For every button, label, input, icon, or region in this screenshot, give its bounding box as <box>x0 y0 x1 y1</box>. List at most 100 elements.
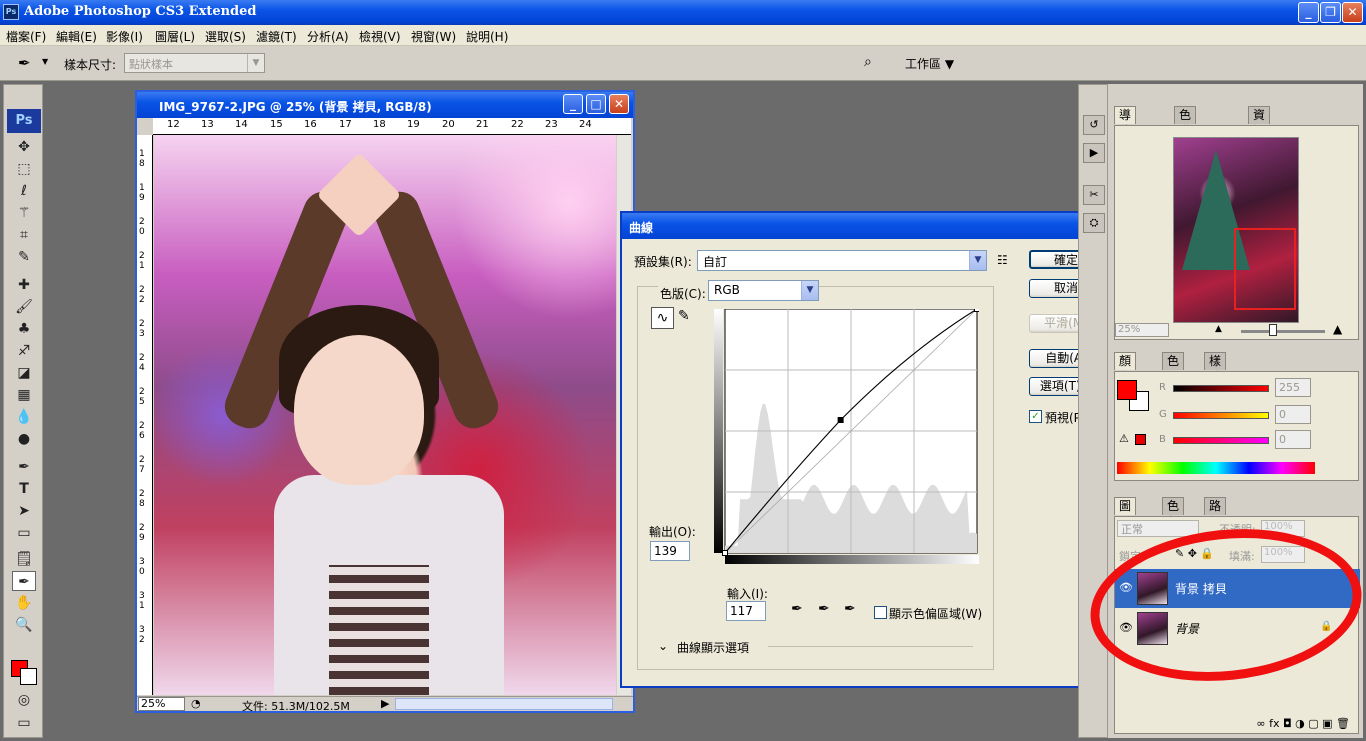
fill-field[interactable]: 100% <box>1261 546 1305 563</box>
brush-tool-icon[interactable]: 🖌 <box>12 297 36 317</box>
curve-graph[interactable] <box>714 309 979 564</box>
g-slider[interactable] <box>1173 412 1269 419</box>
tab-info[interactable]: 資訊 <box>1248 106 1271 138</box>
zoom-tool-icon[interactable]: 🔍 <box>12 615 36 635</box>
gamut-swatch[interactable] <box>1135 434 1146 445</box>
status-arrow-icon[interactable]: ▶ <box>381 697 389 710</box>
tab-histogram[interactable]: 色階分佈圖 <box>1174 106 1197 186</box>
magic-wand-tool-icon[interactable]: ⚚ <box>12 203 36 223</box>
type-tool-icon[interactable]: T <box>12 479 36 499</box>
eraser-tool-icon[interactable]: ◪ <box>12 363 36 383</box>
blur-tool-icon[interactable]: 💧 <box>12 407 36 427</box>
navigator-zoom-field[interactable]: 25% <box>1115 323 1169 337</box>
r-value[interactable]: 255 <box>1275 378 1311 397</box>
screen-mode-icon[interactable]: ▭ <box>12 713 36 733</box>
navigator-thumbnail[interactable] <box>1173 137 1299 323</box>
doc-minimize-button[interactable]: _ <box>563 94 583 114</box>
path-selection-icon[interactable]: ➤ <box>12 501 36 521</box>
zoom-field[interactable]: 25% <box>138 697 185 711</box>
preset-select[interactable]: 自訂 ▼ <box>697 250 987 271</box>
navigator-zoom-slider[interactable] <box>1241 330 1325 333</box>
gradient-tool-icon[interactable]: ▦ <box>12 385 36 405</box>
restore-button[interactable]: ❐ <box>1320 2 1341 23</box>
healing-brush-icon[interactable]: ✚ <box>12 275 36 295</box>
tool-preset-arrow-icon[interactable]: ▼ <box>42 57 48 66</box>
channel-select[interactable]: RGB ▼ <box>708 280 819 301</box>
clone-source-icon[interactable]: ⛭ <box>1083 213 1105 233</box>
tab-layers[interactable]: 圖層 ✕ <box>1114 497 1137 545</box>
marquee-tool-icon[interactable]: ⬚ <box>12 159 36 179</box>
preset-options-icon[interactable]: ☷ <box>997 253 1008 267</box>
input-field[interactable]: 117 <box>726 601 766 621</box>
menu-analysis[interactable]: 分析(A) <box>307 28 349 45</box>
menu-help[interactable]: 說明(H) <box>466 28 508 45</box>
zoom-slider-handle[interactable] <box>1269 324 1277 336</box>
shape-tool-icon[interactable]: ▭ <box>12 523 36 543</box>
tab-swatches[interactable]: 色票 <box>1162 352 1185 384</box>
minimize-button[interactable]: _ <box>1298 2 1319 23</box>
zoom-in-icon[interactable]: ▲ <box>1333 322 1342 336</box>
quick-mask-icon[interactable]: ◎ <box>12 690 36 710</box>
color-spectrum[interactable] <box>1117 462 1315 474</box>
move-tool-icon[interactable]: ✥ <box>12 137 36 157</box>
pencil-tool-icon[interactable]: ✎ <box>678 308 690 324</box>
menu-image[interactable]: 影像(I) <box>106 28 143 45</box>
color-fg-swatch[interactable] <box>1117 380 1137 400</box>
b-slider[interactable] <box>1173 437 1269 444</box>
crop-tool-icon[interactable]: ⌗ <box>12 225 36 245</box>
workspace-menu[interactable]: 工作區 ▼ <box>905 55 954 72</box>
clone-stamp-icon[interactable]: ♣ <box>12 319 36 339</box>
blend-mode-select[interactable]: 正常 <box>1117 520 1199 537</box>
layers-footer-icons[interactable]: ∞ fx ◘ ◑ ▢ ▣ 🗑 <box>1115 717 1360 733</box>
zoom-out-icon[interactable]: ▲ <box>1215 324 1222 334</box>
gray-point-eyedropper-icon[interactable]: ✒ <box>818 601 830 617</box>
show-clipping-checkbox[interactable] <box>874 606 887 619</box>
g-value[interactable]: 0 <box>1275 405 1311 424</box>
b-value[interactable]: 0 <box>1275 430 1311 449</box>
curve-point-tool-icon[interactable]: ∿ <box>651 307 674 329</box>
horizontal-scrollbar[interactable] <box>395 698 613 710</box>
notes-tool-icon[interactable]: 🗒 <box>12 549 36 569</box>
tab-channels[interactable]: 色版 <box>1162 497 1185 529</box>
menu-edit[interactable]: 編輯(E) <box>56 28 97 45</box>
history-icon[interactable]: ↺ <box>1083 115 1105 135</box>
lock-icons[interactable]: ✎ ✥ 🔒 <box>1175 547 1214 560</box>
tab-color[interactable]: 顏色 ✕ <box>1114 352 1137 400</box>
menu-view[interactable]: 檢視(V) <box>359 28 401 45</box>
layer-row-background[interactable]: 👁 背景 🔒 <box>1115 609 1360 648</box>
status-menu-icon[interactable]: ◔ <box>191 697 201 710</box>
document-canvas[interactable] <box>154 135 616 695</box>
expand-options-icon[interactable]: ⌄ <box>658 639 668 653</box>
eye-icon[interactable]: 👁 <box>1119 581 1133 594</box>
sample-size-select[interactable]: 點狀樣本 ▼ <box>124 53 265 73</box>
output-field[interactable]: 139 <box>650 541 690 561</box>
opacity-field[interactable]: 100% <box>1261 520 1305 537</box>
close-button[interactable]: ✕ <box>1342 2 1363 23</box>
history-brush-icon[interactable]: ♐ <box>12 341 36 361</box>
menu-filter[interactable]: 濾鏡(T) <box>256 28 297 45</box>
white-point-eyedropper-icon[interactable]: ✒ <box>844 601 856 617</box>
dodge-tool-icon[interactable]: ● <box>12 429 36 449</box>
warning-icon[interactable]: ⚠ <box>1119 432 1129 445</box>
pen-tool-icon[interactable]: ✒ <box>12 457 36 477</box>
navigator-view-box[interactable] <box>1234 228 1296 310</box>
lasso-tool-icon[interactable]: ℓ <box>12 181 36 201</box>
tab-paths[interactable]: 路徑 <box>1204 497 1227 529</box>
eyedropper-icon[interactable]: ✒ <box>18 54 31 72</box>
menu-file[interactable]: 檔案(F) <box>6 28 46 45</box>
layer-row-background-copy[interactable]: 👁 背景 拷貝 <box>1115 569 1360 608</box>
menu-select[interactable]: 選取(S) <box>205 28 246 45</box>
actions-icon[interactable]: ▶ <box>1083 143 1105 163</box>
bridge-icon[interactable]: ⌕ <box>864 54 872 70</box>
black-point-eyedropper-icon[interactable]: ✒ <box>791 601 803 617</box>
background-color-swatch[interactable] <box>20 668 37 685</box>
menu-layer[interactable]: 圖層(L) <box>155 28 195 45</box>
menu-window[interactable]: 視窗(W) <box>411 28 456 45</box>
doc-close-button[interactable]: ✕ <box>609 94 629 114</box>
r-slider[interactable] <box>1173 385 1269 392</box>
eye-icon[interactable]: 👁 <box>1119 621 1133 634</box>
slice-tool-icon[interactable]: ✎ <box>12 247 36 267</box>
tool-presets-icon[interactable]: ✂ <box>1083 185 1105 205</box>
hand-tool-icon[interactable]: ✋ <box>12 593 36 613</box>
tab-styles[interactable]: 樣式 <box>1204 352 1227 384</box>
